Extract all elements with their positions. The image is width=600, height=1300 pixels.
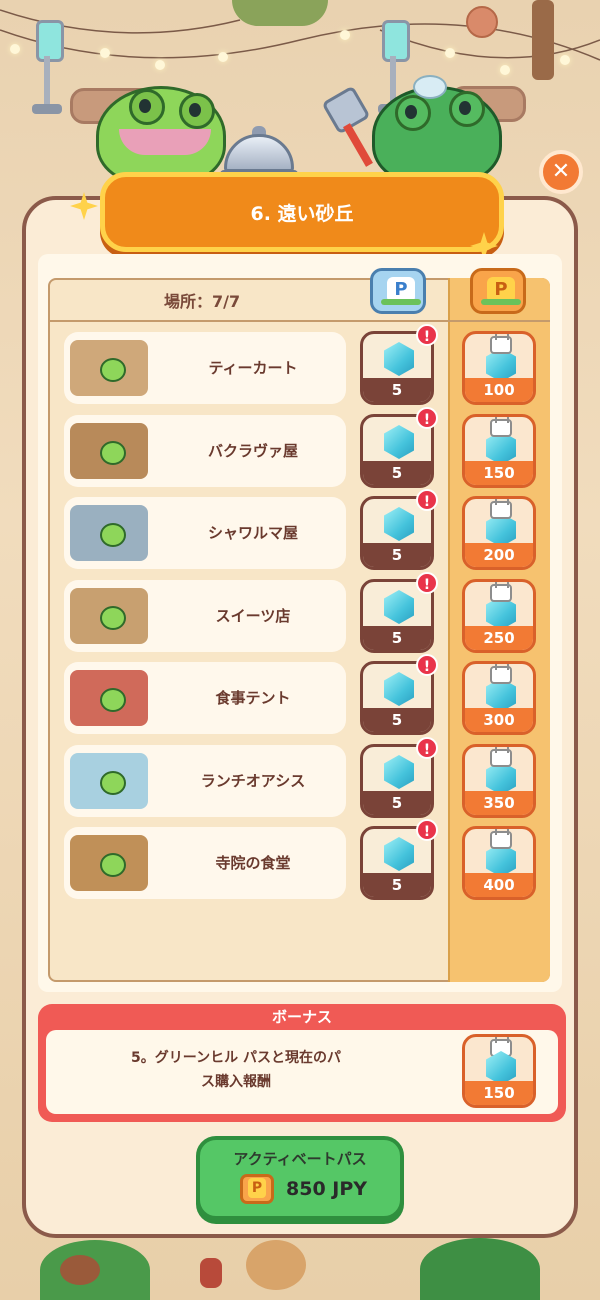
lock-icon bbox=[490, 582, 512, 602]
premium-pass-badge: P bbox=[470, 268, 526, 314]
frog-shopkeeper-icon bbox=[100, 358, 126, 382]
location-row: 寺院の食堂 bbox=[64, 827, 346, 899]
premium-reward-amount: 200 bbox=[465, 543, 533, 567]
premium-reward[interactable]: 400 bbox=[462, 826, 536, 900]
location-name: ティーカート bbox=[208, 359, 298, 377]
shop-image bbox=[70, 340, 148, 396]
lamp-post-left bbox=[32, 0, 64, 114]
frog-shopkeeper-icon bbox=[100, 853, 126, 877]
premium-reward[interactable]: 300 bbox=[462, 661, 536, 735]
premium-reward[interactable]: 350 bbox=[462, 744, 536, 818]
location-row: シャワルマ屋 bbox=[64, 497, 346, 569]
bush-decoration bbox=[232, 0, 328, 26]
activate-price: 850 JPY bbox=[286, 1178, 368, 1200]
shop-image bbox=[70, 670, 148, 726]
palm-leaves-right bbox=[420, 1238, 540, 1300]
location-name: バクラヴァ屋 bbox=[207, 442, 298, 460]
shop-image bbox=[70, 505, 148, 561]
gem-icon bbox=[384, 507, 414, 541]
location-row: ティーカート bbox=[64, 332, 346, 404]
frog-shopkeeper-icon bbox=[100, 771, 126, 795]
close-icon: ✕ bbox=[551, 159, 571, 184]
shop-image bbox=[70, 753, 148, 809]
activate-pass-button[interactable]: アクティベートパス P 850 JPY bbox=[196, 1136, 404, 1220]
alert-icon: ! bbox=[416, 572, 438, 594]
activate-label: アクティベートパス bbox=[233, 1150, 367, 1168]
free-reward-amount: 5 bbox=[363, 378, 431, 402]
alert-icon: ! bbox=[416, 324, 438, 346]
frog-shopkeeper-icon bbox=[100, 688, 126, 712]
lock-icon bbox=[490, 417, 512, 437]
alert-icon: ! bbox=[416, 489, 438, 511]
premium-reward-amount: 150 bbox=[465, 461, 533, 485]
alert-icon: ! bbox=[416, 819, 438, 841]
gem-icon bbox=[384, 837, 414, 871]
alert-icon: ! bbox=[416, 407, 438, 429]
bonus-text-line-1: 5。グリーンヒル パスと現在のパ bbox=[131, 1050, 341, 1066]
bonus-description: 5。グリーンヒル パスと現在のパ ス購入報酬 bbox=[86, 1046, 386, 1094]
lock-icon bbox=[490, 334, 512, 354]
shop-image bbox=[70, 588, 148, 644]
premium-reward[interactable]: 100 bbox=[462, 331, 536, 405]
location-name: 食事テント bbox=[215, 689, 291, 707]
lock-icon bbox=[490, 747, 512, 767]
premium-reward-amount: 350 bbox=[465, 791, 533, 815]
gem-icon bbox=[384, 672, 414, 706]
pass-ticket-icon: P bbox=[240, 1174, 274, 1204]
free-pass-badge: P bbox=[370, 268, 426, 314]
palm-trunk bbox=[532, 0, 554, 80]
lock-icon bbox=[490, 664, 512, 684]
title-banner: 6. 遠い砂丘 bbox=[100, 172, 504, 252]
location-name: 寺院の食堂 bbox=[215, 854, 291, 872]
coconut-decoration bbox=[60, 1255, 100, 1285]
free-reward-amount: 5 bbox=[363, 791, 431, 815]
header-divider bbox=[48, 320, 550, 322]
premium-reward-amount: 100 bbox=[465, 378, 533, 402]
teapot-decoration bbox=[246, 1240, 306, 1290]
premium-reward-amount: 300 bbox=[465, 708, 533, 732]
bonus-reward[interactable]: 150 bbox=[462, 1034, 536, 1108]
pass-ticket-letter: P bbox=[248, 1178, 266, 1198]
alert-icon: ! bbox=[416, 654, 438, 676]
location-name: シャワルマ屋 bbox=[207, 524, 298, 542]
gem-icon bbox=[384, 755, 414, 789]
free-reward-amount: 5 bbox=[363, 543, 431, 567]
premium-reward-amount: 400 bbox=[465, 873, 533, 897]
right-frog-character bbox=[372, 75, 502, 186]
lock-icon bbox=[490, 829, 512, 849]
free-reward-amount: 5 bbox=[363, 461, 431, 485]
lock-icon bbox=[490, 499, 512, 519]
left-frog-character bbox=[96, 86, 226, 186]
bonus-reward-amount: 150 bbox=[465, 1081, 533, 1105]
frog-shopkeeper-icon bbox=[100, 606, 126, 630]
bonus-text-line-2: ス購入報酬 bbox=[201, 1074, 271, 1090]
premium-reward[interactable]: 200 bbox=[462, 496, 536, 570]
close-button[interactable]: ✕ bbox=[539, 150, 583, 194]
gem-icon bbox=[384, 425, 414, 459]
frog-shopkeeper-icon bbox=[100, 523, 126, 547]
gem-icon bbox=[384, 342, 414, 376]
bonus-title: ボーナス bbox=[271, 1008, 332, 1026]
places-count: 場所：7/7 bbox=[164, 292, 241, 311]
premium-reward-amount: 250 bbox=[465, 626, 533, 650]
free-reward-amount: 5 bbox=[363, 708, 431, 732]
location-name: ランチオアシス bbox=[200, 772, 306, 790]
premium-reward[interactable]: 250 bbox=[462, 579, 536, 653]
location-row: 食事テント bbox=[64, 662, 346, 734]
location-row: スイーツ店 bbox=[64, 580, 346, 652]
free-reward-amount: 5 bbox=[363, 626, 431, 650]
location-row: ランチオアシス bbox=[64, 745, 346, 817]
pot-decoration bbox=[466, 6, 498, 38]
shop-image bbox=[70, 835, 148, 891]
alert-icon: ! bbox=[416, 737, 438, 759]
shop-image bbox=[70, 423, 148, 479]
gem-icon bbox=[384, 590, 414, 624]
location-row: バクラヴァ屋 bbox=[64, 415, 346, 487]
premium-reward[interactable]: 150 bbox=[462, 414, 536, 488]
location-name: スイーツ店 bbox=[215, 607, 291, 625]
free-reward-amount: 5 bbox=[363, 873, 431, 897]
page-title: 6. 遠い砂丘 bbox=[250, 203, 354, 225]
vase-decoration bbox=[200, 1258, 222, 1288]
frog-shopkeeper-icon bbox=[100, 441, 126, 465]
